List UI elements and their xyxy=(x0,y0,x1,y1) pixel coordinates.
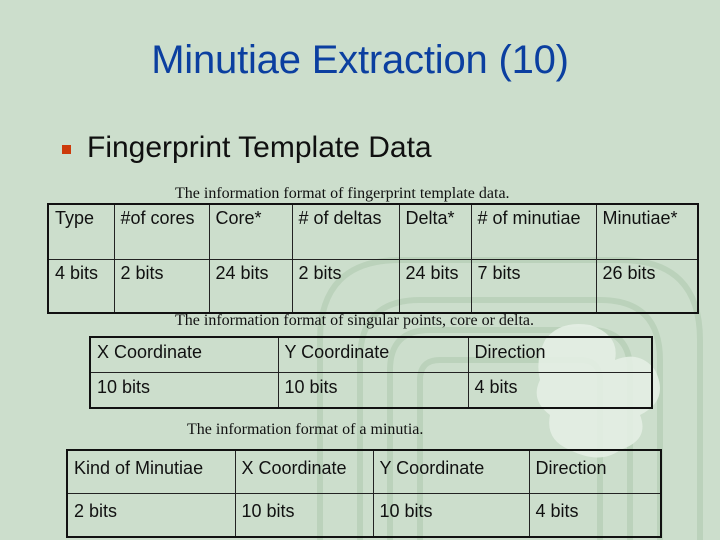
singular-points-table: X Coordinate Y Coordinate Direction 10 b… xyxy=(89,336,653,409)
table-header-row: X Coordinate Y Coordinate Direction xyxy=(89,336,653,373)
singular-table-caption: The information format of singular point… xyxy=(175,312,535,329)
bullet-text: Fingerprint Template Data xyxy=(87,131,432,164)
table-header-row: Type #of cores Core* # of deltas Delta* … xyxy=(47,203,699,260)
header-cell: Direction xyxy=(467,336,653,373)
value-cell: 7 bits xyxy=(470,259,597,314)
value-cell: 24 bits xyxy=(208,259,293,314)
bullet-item: Fingerprint Template Data xyxy=(62,131,432,165)
header-cell: Y Coordinate xyxy=(372,449,530,494)
template-table-caption: The information format of fingerprint te… xyxy=(175,185,510,202)
table-header-row: Kind of Minutiae X Coordinate Y Coordina… xyxy=(66,449,662,494)
header-cell: Type xyxy=(47,203,115,260)
value-cell: 2 bits xyxy=(66,493,236,538)
header-cell: # of minutiae xyxy=(470,203,597,260)
value-cell: 26 bits xyxy=(595,259,699,314)
value-cell: 10 bits xyxy=(372,493,530,538)
header-cell: Minutiae* xyxy=(595,203,699,260)
header-cell: X Coordinate xyxy=(89,336,279,373)
value-cell: 10 bits xyxy=(234,493,374,538)
header-cell: # of deltas xyxy=(291,203,400,260)
minutia-table-caption: The information format of a minutia. xyxy=(187,421,424,438)
header-cell: Delta* xyxy=(398,203,472,260)
header-cell: #of cores xyxy=(113,203,210,260)
minutia-format-table: Kind of Minutiae X Coordinate Y Coordina… xyxy=(66,449,662,538)
table-row: 4 bits 2 bits 24 bits 2 bits 24 bits 7 b… xyxy=(47,259,699,314)
value-cell: 4 bits xyxy=(528,493,662,538)
header-cell: Kind of Minutiae xyxy=(66,449,236,494)
value-cell: 10 bits xyxy=(277,372,469,409)
table-row: 10 bits 10 bits 4 bits xyxy=(89,372,653,409)
header-cell: Core* xyxy=(208,203,293,260)
header-cell: X Coordinate xyxy=(234,449,374,494)
value-cell: 2 bits xyxy=(291,259,400,314)
value-cell: 2 bits xyxy=(113,259,210,314)
header-cell: Direction xyxy=(528,449,662,494)
value-cell: 10 bits xyxy=(89,372,279,409)
header-cell: Y Coordinate xyxy=(277,336,469,373)
square-bullet-icon xyxy=(62,144,71,154)
value-cell: 4 bits xyxy=(467,372,653,409)
slide-title: Minutiae Extraction (10) xyxy=(151,38,569,82)
template-format-table: Type #of cores Core* # of deltas Delta* … xyxy=(47,203,699,314)
value-cell: 4 bits xyxy=(47,259,115,314)
value-cell: 24 bits xyxy=(398,259,472,314)
table-row: 2 bits 10 bits 10 bits 4 bits xyxy=(66,493,662,538)
